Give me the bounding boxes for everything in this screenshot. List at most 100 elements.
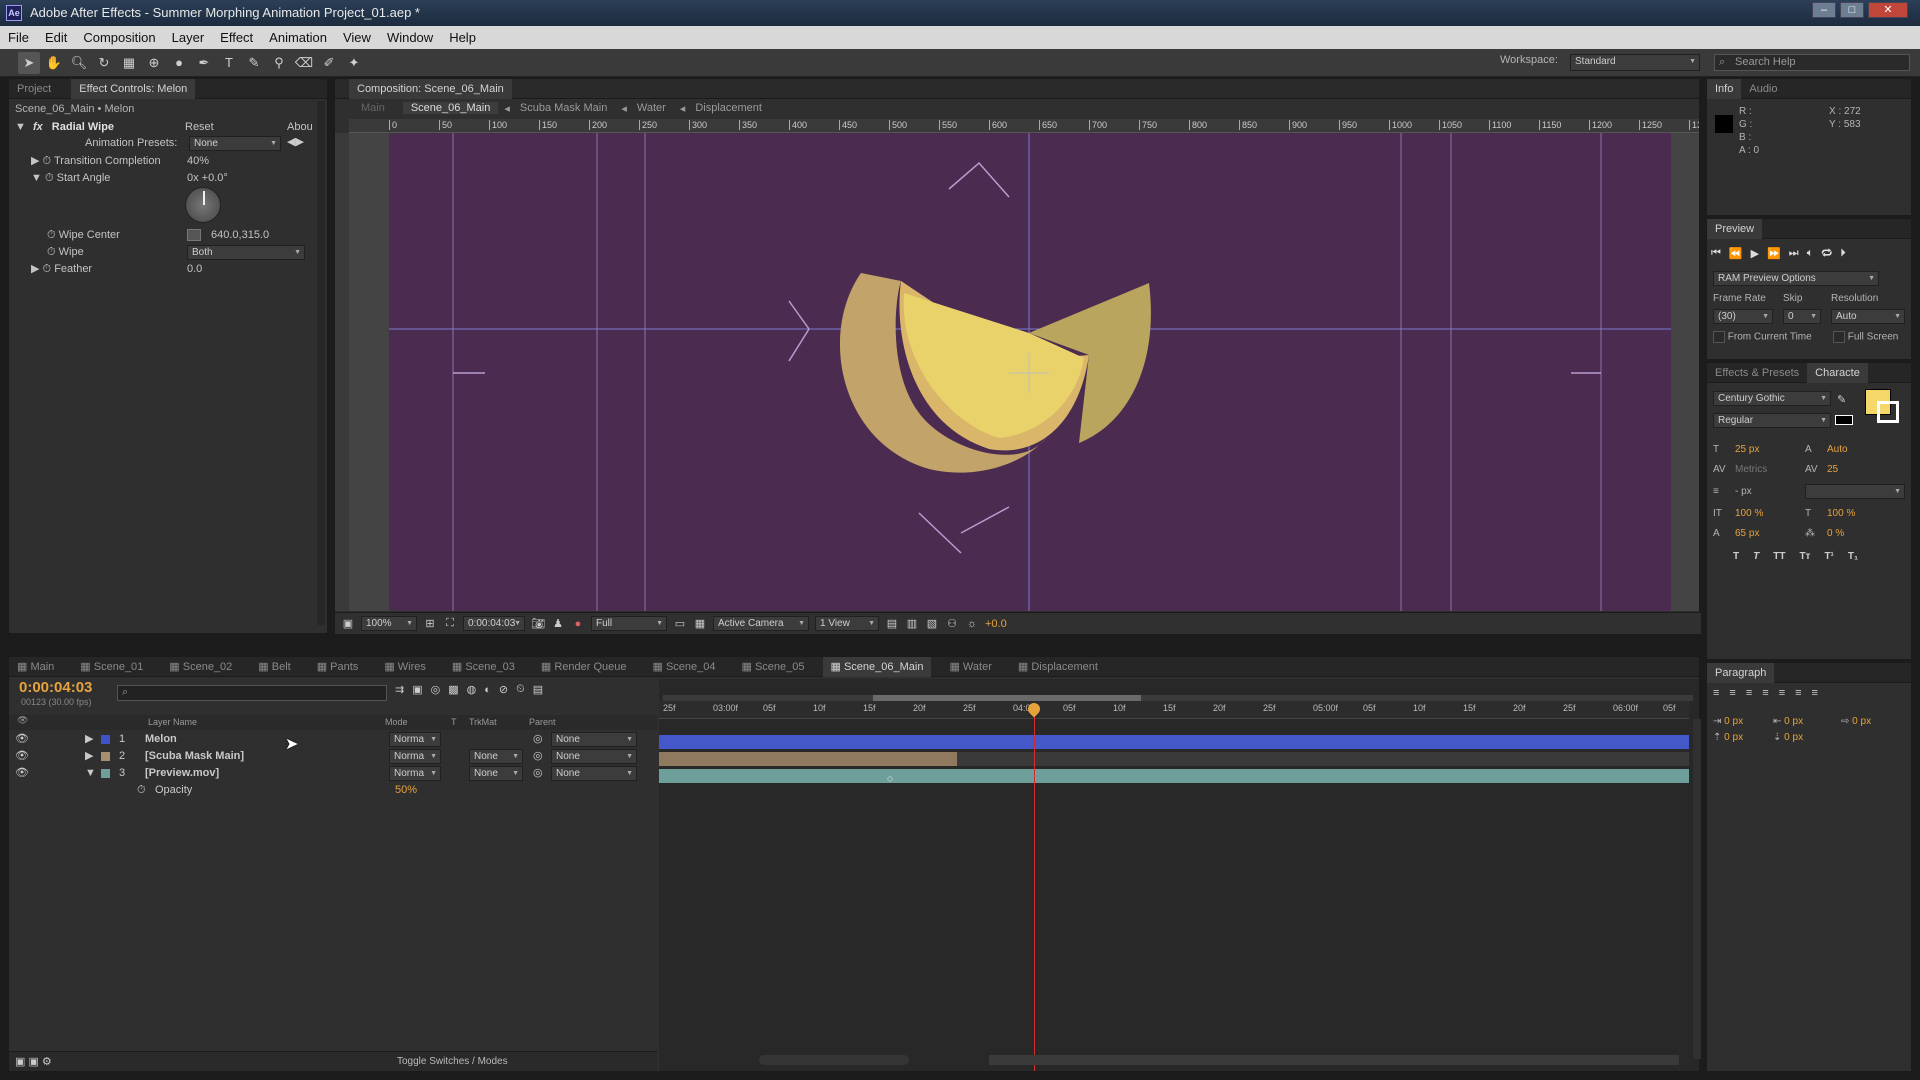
all-caps-icon[interactable]: TT <box>1773 551 1785 562</box>
font-style-select[interactable]: Regular <box>1713 413 1831 428</box>
tab-character[interactable]: Characte <box>1807 362 1868 383</box>
from-current-checkbox[interactable] <box>1713 331 1725 343</box>
snapshot-icon[interactable]: 📷︎ <box>531 617 545 630</box>
fit-icon[interactable]: ⊞ <box>423 617 437 630</box>
trkmat-select[interactable]: None <box>469 766 523 781</box>
parent-select[interactable]: None <box>551 732 637 747</box>
transition-completion-value[interactable]: 40% <box>187 153 209 169</box>
shape-tool-icon[interactable]: ● <box>168 52 190 74</box>
leading-value[interactable]: Auto <box>1827 444 1848 455</box>
skip-select[interactable]: 0 <box>1783 309 1821 324</box>
timeline-tab[interactable]: ▦ Main <box>9 657 62 677</box>
tab-project[interactable]: Project <box>9 79 59 99</box>
roto-brush-icon[interactable]: ✐ <box>318 52 340 74</box>
current-time[interactable]: 0:00:04:03 <box>463 616 525 631</box>
space-before-value[interactable]: 0 px <box>1724 732 1743 743</box>
faux-bold-icon[interactable]: T <box>1733 551 1739 562</box>
track-bar-melon[interactable] <box>659 735 1689 749</box>
ram-preview-icon[interactable]: ⏵ <box>1840 247 1846 260</box>
wipe-select[interactable]: Both <box>187 245 305 260</box>
eye-icon[interactable]: 👁︎ <box>15 765 29 782</box>
indent-right-value[interactable]: 0 px <box>1784 716 1803 727</box>
timeline-tab[interactable]: ▦ Water <box>941 657 999 677</box>
timeline-tab[interactable]: ▦ Scene_02 <box>161 657 240 677</box>
frame-rate-select[interactable]: (30) <box>1713 309 1773 324</box>
flow-scene-06-main[interactable]: Scene_06_Main <box>402 102 499 114</box>
show-snapshot-icon[interactable]: ♟ <box>551 617 565 630</box>
subscript-icon[interactable]: T₁ <box>1848 551 1858 562</box>
keyframe-icon[interactable]: ◇ <box>887 774 893 783</box>
layer-row[interactable]: 👁︎ ▼ 3 [Preview.mov] Norma None ◎ None <box>9 765 665 782</box>
trkmat-select[interactable]: None <box>469 749 523 764</box>
full-screen-checkbox[interactable] <box>1833 331 1845 343</box>
label-color[interactable] <box>101 752 110 761</box>
timeline-tab[interactable]: ▦ Wires <box>376 657 434 677</box>
expand-panes-icon[interactable]: ▣ ▣ ⚙ <box>15 1055 52 1068</box>
eyedropper-icon[interactable]: ✎ <box>1837 393 1846 406</box>
toggle-pixel-aspect-icon[interactable]: ▤ <box>885 617 899 630</box>
menu-layer[interactable]: Layer <box>164 26 213 49</box>
stopwatch-icon[interactable]: ⏱ <box>43 263 52 275</box>
timeline-tab[interactable]: ▦ Scene_06_Main <box>822 656 932 677</box>
label-color[interactable] <box>101 735 110 744</box>
stopwatch-icon[interactable]: ⏱ <box>47 229 56 241</box>
clone-tool-icon[interactable]: ⚲ <box>268 52 290 74</box>
first-frame-icon[interactable]: ⏮ <box>1711 247 1721 260</box>
live-update-icon[interactable]: ▤ <box>533 683 543 696</box>
tab-effect-controls[interactable]: Effect Controls: Melon <box>71 78 196 99</box>
kerning-value[interactable]: Metrics <box>1735 464 1805 475</box>
flow-displacement[interactable]: Displacement <box>695 102 762 114</box>
tab-audio[interactable]: Audio <box>1741 79 1785 99</box>
timeline-scrollbar[interactable] <box>1693 719 1701 1059</box>
stroke-color-swatch[interactable] <box>1877 401 1899 423</box>
menu-view[interactable]: View <box>335 26 379 49</box>
crosshair-icon[interactable] <box>187 229 201 241</box>
flow-scuba-mask[interactable]: Scuba Mask Main <box>520 102 607 114</box>
camera-tool-icon[interactable]: ▦ <box>118 52 140 74</box>
transparency-grid-icon[interactable]: ▦ <box>693 617 707 630</box>
search-help-input[interactable]: ⌕ Search Help <box>1714 54 1910 71</box>
superscript-icon[interactable]: T¹ <box>1824 551 1833 562</box>
expand-arrow-icon[interactable]: ▶ <box>31 155 39 167</box>
preset-nav-icon[interactable]: ◀▶ <box>287 135 304 148</box>
prev-frame-icon[interactable]: ⏪ <box>1729 247 1743 260</box>
hand-tool-icon[interactable]: ✋ <box>43 52 65 74</box>
parent-select[interactable]: None <box>551 749 637 764</box>
track-bar-preview-mov[interactable] <box>659 769 1689 783</box>
eraser-tool-icon[interactable]: ⌫ <box>293 52 315 74</box>
feather-value[interactable]: 0.0 <box>187 261 202 277</box>
expand-arrow-icon[interactable]: ▶ <box>31 263 39 275</box>
stopwatch-icon[interactable]: ⏱ <box>137 782 146 799</box>
expand-arrow-icon[interactable]: ▼ <box>85 765 96 782</box>
timeline-tab[interactable]: ▦ Scene_03 <box>444 657 523 677</box>
tracking-value[interactable]: 25 <box>1827 464 1838 475</box>
justify-center-icon[interactable]: ≡ <box>1779 687 1785 699</box>
tab-composition[interactable]: Composition: Scene_06_Main <box>349 78 512 99</box>
exposure-value[interactable]: +0.0 <box>985 618 1007 630</box>
timeline-tab[interactable]: ▦ Render Queue <box>533 657 635 677</box>
align-center-icon[interactable]: ≡ <box>1729 687 1735 699</box>
camera-select[interactable]: Active Camera <box>713 616 809 631</box>
justify-right-icon[interactable]: ≡ <box>1795 687 1801 699</box>
layer-row[interactable]: 👁︎ ▶ 1 Melon Norma ◎ None <box>9 731 665 748</box>
horizontal-scale-value[interactable]: 100 % <box>1827 508 1855 519</box>
timeline-tab[interactable]: ▦ Scene_01 <box>72 657 151 677</box>
small-caps-icon[interactable]: Tт <box>1799 551 1810 562</box>
region-of-interest-icon[interactable]: ▭ <box>673 617 687 630</box>
scrollbar[interactable] <box>317 101 325 625</box>
last-frame-icon[interactable]: ⏭ <box>1789 247 1799 260</box>
comp-viewer[interactable] <box>349 133 1699 611</box>
auto-keyframe-icon[interactable]: ⏲ <box>516 683 525 696</box>
close-icon[interactable]: ✕ <box>1868 2 1908 18</box>
pickwhip-icon[interactable]: ◎ <box>533 765 543 782</box>
timeline-timecode[interactable]: 0:00:04:03 <box>19 679 92 696</box>
zoom-tool-icon[interactable]: 🔍︎ <box>68 52 90 74</box>
ram-preview-select[interactable]: RAM Preview Options <box>1713 271 1879 286</box>
menu-window[interactable]: Window <box>379 26 441 49</box>
mode-select[interactable]: Norma <box>389 732 441 747</box>
resolution-select[interactable]: Auto <box>1831 309 1905 324</box>
baseline-shift-value[interactable]: 65 px <box>1735 528 1805 539</box>
timeline-icon[interactable]: ▧ <box>925 617 939 630</box>
flow-main[interactable]: Main <box>361 102 385 114</box>
layer-name[interactable]: [Preview.mov] <box>145 765 219 782</box>
